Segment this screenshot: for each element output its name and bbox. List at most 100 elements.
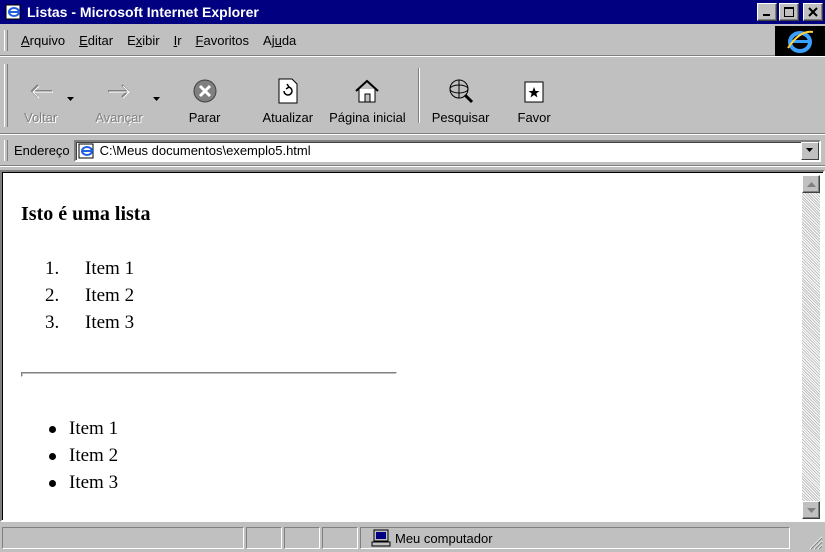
window-title: Listas - Microsoft Internet Explorer (27, 4, 259, 20)
address-value: C:\Meus documentos\exemplo5.html (99, 143, 311, 158)
search-label: Pesquisar (431, 110, 490, 125)
menu-favoritos-accel: F (195, 33, 204, 48)
home-button[interactable]: Página inicial (317, 58, 412, 133)
forward-button[interactable]: Avançar (79, 58, 148, 133)
status-panel (246, 527, 282, 549)
zone-label: Meu computador (395, 530, 493, 546)
horizontal-rule (21, 372, 397, 377)
menu-ir[interactable]: Ir (167, 33, 189, 48)
menu-editar[interactable]: Editar (72, 33, 120, 48)
forward-arrow-icon (107, 84, 130, 99)
dropdown-icon (67, 97, 75, 101)
menu-editar-accel: E (79, 33, 88, 48)
ie-page-icon (78, 143, 94, 158)
menu-favoritos-label: avoritos (203, 33, 250, 48)
close-icon (808, 7, 818, 17)
bullet-icon (49, 480, 56, 487)
standard-toolbar: Voltar Avançar Parar Atualizar Página in… (0, 58, 825, 134)
scroll-up-icon (806, 181, 816, 187)
favorites-label: Favor (517, 110, 551, 125)
status-text-panel (2, 527, 244, 549)
menu-arquivo-accel: A (21, 33, 30, 48)
minimize-icon (763, 14, 770, 16)
back-button[interactable]: Voltar (14, 58, 63, 133)
zone-panel: Meu computador (360, 527, 790, 549)
search-button[interactable]: Pesquisar (426, 58, 502, 133)
menu-favoritos[interactable]: Favoritos (189, 33, 256, 48)
maximize-icon (784, 7, 794, 17)
status-panel (322, 527, 358, 549)
content-frame: Isto é uma lista 1. Item 1 2. Item 2 3. Ite… (0, 170, 825, 522)
scroll-up-button[interactable] (802, 175, 820, 193)
favorites-button[interactable]: Favor (502, 58, 551, 133)
menu-ajuda-label: da (281, 33, 297, 48)
unordered-list: Item 1 Item 2 Item 3 (49, 415, 118, 496)
list-item: 1. Item 1 (45, 258, 134, 285)
vertical-scrollbar[interactable] (802, 175, 820, 519)
menu-editar-label: ditar (87, 33, 114, 48)
menu-arquivo[interactable]: Arquivo (14, 33, 72, 48)
address-bar: Endereço C:\Meus documentos\exemplo5.htm… (0, 136, 825, 166)
back-arrow-icon (30, 84, 53, 99)
ie-throbber (775, 26, 825, 56)
stop-label: Parar (188, 110, 221, 125)
list-item-text: Item 1 (85, 258, 135, 279)
list-item: Item 2 (49, 442, 118, 469)
back-dropdown[interactable] (63, 58, 79, 133)
menu-ajuda-prefix: Aj (263, 33, 275, 48)
menu-exibir[interactable]: Exibir (120, 33, 167, 48)
menu-exibir-prefix: E (127, 33, 136, 48)
menu-grip[interactable] (4, 30, 8, 51)
ordered-list: 1. Item 1 2. Item 2 3. Item 3 (45, 258, 134, 339)
refresh-button[interactable]: Atualizar (235, 58, 318, 133)
scroll-down-icon (806, 507, 816, 513)
back-label: Voltar (24, 110, 58, 125)
menu-ir-label: r (177, 33, 182, 48)
refresh-icon (278, 78, 298, 104)
stop-icon (193, 79, 217, 103)
bullet-icon (49, 453, 56, 460)
search-icon (449, 79, 473, 104)
list-item-text: Item 1 (69, 417, 119, 439)
forward-label: Avançar (95, 110, 143, 125)
ie-logo-icon (787, 30, 814, 53)
bullet-icon (49, 426, 56, 433)
page-heading: Isto é uma lista (21, 203, 151, 225)
forward-dropdown[interactable] (149, 58, 165, 133)
web-page: Isto é uma lista 1. Item 1 2. Item 2 3. Ite… (5, 175, 803, 519)
maximize-button[interactable] (779, 3, 799, 21)
menu-arquivo-label: rquivo (29, 33, 66, 48)
computer-icon (371, 529, 391, 547)
list-item: 3. Item 3 (45, 312, 134, 339)
menu-exibir-label: ibir (142, 33, 160, 48)
resize-grip-icon[interactable] (809, 536, 823, 550)
close-button[interactable] (803, 3, 823, 21)
menu-ajuda[interactable]: Ajuda (256, 33, 303, 48)
dropdown-icon (806, 148, 813, 152)
title-bar[interactable]: Listas - Microsoft Internet Explorer (0, 0, 825, 24)
scroll-down-button[interactable] (802, 501, 820, 519)
ie-page-icon (5, 4, 21, 20)
toolbar-grip[interactable] (4, 64, 8, 127)
list-number: 1. (45, 258, 60, 279)
address-label: Endereço (14, 143, 70, 158)
minimize-button[interactable] (757, 3, 777, 21)
dropdown-icon (152, 97, 160, 101)
stop-button[interactable]: Parar (165, 58, 235, 133)
address-input[interactable]: C:\Meus documentos\exemplo5.html (73, 139, 821, 162)
home-icon (355, 79, 380, 103)
list-item: Item 1 (49, 415, 118, 442)
list-number: 2. (45, 285, 60, 306)
menu-ajuda-accel: u (274, 33, 282, 48)
list-item: 2. Item 2 (45, 285, 134, 312)
status-bar: Meu computador (0, 524, 825, 552)
toolbar-separator (417, 68, 420, 123)
address-grip[interactable] (4, 140, 8, 161)
favorites-icon (524, 81, 544, 103)
list-number: 3. (45, 312, 60, 333)
list-item-text: Item 3 (85, 312, 135, 333)
refresh-label: Atualizar (262, 110, 314, 125)
list-item-text: Item 2 (85, 285, 135, 306)
address-dropdown-button[interactable] (801, 141, 819, 160)
home-label: Página inicial (329, 110, 406, 125)
